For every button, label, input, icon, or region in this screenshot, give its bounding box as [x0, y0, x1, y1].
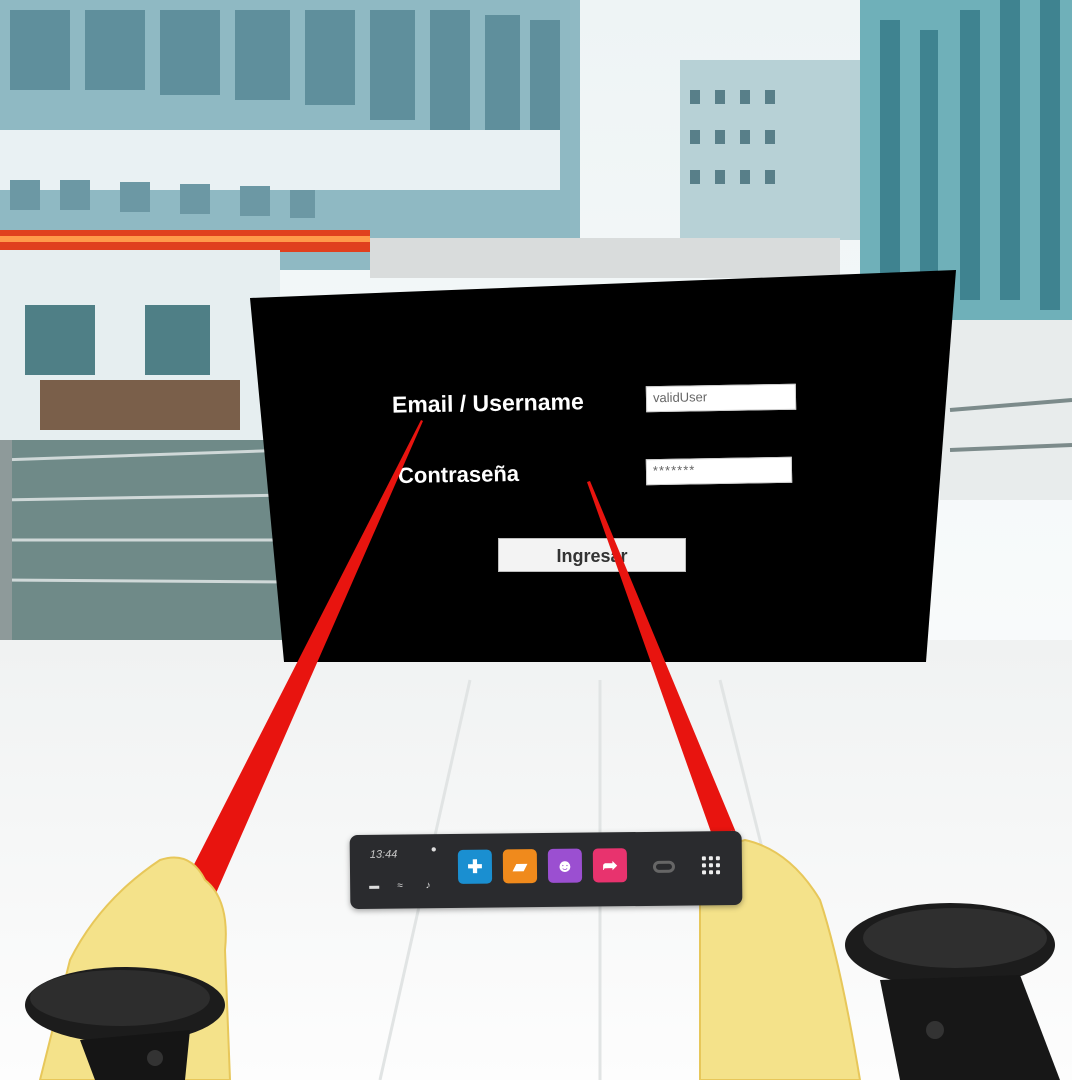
clock: 13:44	[369, 848, 398, 861]
share-app-icon[interactable]: ➦	[592, 848, 628, 883]
bell-icon[interactable]: ♪	[422, 880, 434, 892]
notification-icon[interactable]: ●	[428, 844, 440, 856]
wifi-icon: ≈	[397, 880, 403, 892]
oculus-home-icon[interactable]	[652, 860, 676, 873]
vr-controllers-layer	[25, 420, 1060, 1080]
battery-icon: ▬	[369, 880, 380, 892]
app-library-grid-icon[interactable]	[701, 856, 721, 875]
people-app-icon[interactable]: ☻	[547, 848, 583, 883]
store-app-icon[interactable]: ▰	[502, 849, 538, 884]
explore-app-icon[interactable]: ✚	[457, 849, 493, 884]
system-dock: 13:44 ● ▬ ≈ ♪ ✚ ▰ ☻ ➦	[349, 830, 743, 910]
right-controller	[845, 903, 1060, 1080]
